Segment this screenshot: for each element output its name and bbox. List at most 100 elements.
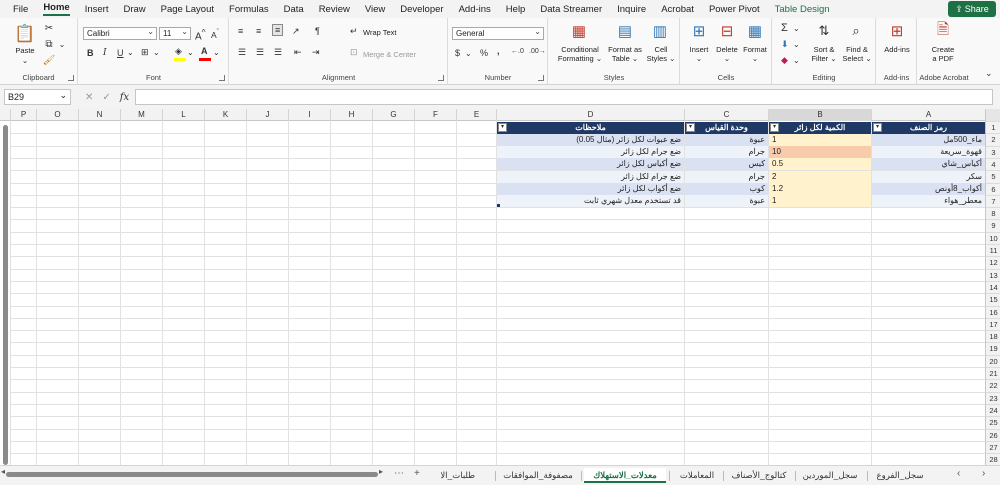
align-top-icon[interactable]: ≡ xyxy=(238,26,243,36)
font-launcher-icon[interactable] xyxy=(219,75,225,81)
table-cell[interactable]: ضع عبوات لكل زائر (مثال 0.05) xyxy=(497,133,684,146)
row-header-21[interactable]: 21 xyxy=(986,367,1000,379)
column-header-i[interactable]: I xyxy=(288,109,330,121)
column-header-c[interactable]: C xyxy=(684,109,768,121)
row-header-25[interactable]: 25 xyxy=(986,416,1000,428)
table-cell[interactable]: معطر_هواء xyxy=(872,195,985,208)
table-cell[interactable]: جرام xyxy=(685,146,768,159)
fill-color-icon[interactable]: ◈ xyxy=(175,46,182,57)
table-cell[interactable]: ضع أكياس لكل زائر xyxy=(497,158,684,171)
table-cell[interactable]: كيس xyxy=(685,158,768,171)
alignment-launcher-icon[interactable] xyxy=(438,75,444,81)
menu-tab-view[interactable]: View xyxy=(365,4,385,15)
decrease-indent-icon[interactable]: ⇤ xyxy=(294,47,302,58)
column-header-g[interactable]: G xyxy=(372,109,414,121)
increase-decimal-icon[interactable]: ←.0 xyxy=(511,48,524,55)
align-left-icon[interactable]: ☰ xyxy=(238,47,246,58)
table-cell[interactable]: ضع أكواب لكل زائر xyxy=(497,183,684,195)
menu-tab-review[interactable]: Review xyxy=(319,4,350,15)
number-format-select[interactable]: General xyxy=(452,26,544,40)
collapse-ribbon-icon[interactable]: ⌄ xyxy=(985,68,993,79)
cells-area[interactable]: رمز الصنف ▾ الكمية لكل زائر ▾ وحدة القياس ▾ مل… xyxy=(0,121,985,465)
filter-dropdown-icon[interactable]: ▾ xyxy=(873,123,882,132)
format-cells-button[interactable]: Format ⌄ xyxy=(740,45,770,63)
align-bottom-icon[interactable]: ≡ xyxy=(272,24,284,36)
row-header-24[interactable]: 24 xyxy=(986,403,1000,416)
column-header-j[interactable]: J xyxy=(246,109,288,121)
menu-tab-power-pivot[interactable]: Power Pivot xyxy=(709,4,760,15)
row-header-12[interactable]: 12 xyxy=(986,256,1000,268)
column-header-h[interactable]: H xyxy=(330,109,372,121)
column-header-d[interactable]: D xyxy=(496,109,684,121)
menu-tab-page-layout[interactable]: Page Layout xyxy=(161,4,214,15)
underline-dropdown-icon[interactable]: ⌄ xyxy=(127,48,134,57)
format-cells-icon[interactable]: ▦ xyxy=(745,21,765,41)
column-header-o[interactable]: O xyxy=(36,109,78,121)
sheet-tab[interactable]: معدلات_الاستهلاك xyxy=(584,468,666,483)
scroll-right-icon[interactable]: ▸ xyxy=(379,467,383,476)
menu-tab-formulas[interactable]: Formulas xyxy=(229,4,269,15)
format-as-table-button[interactable]: Format as Table ⌄ xyxy=(606,45,644,63)
font-size-select[interactable]: 11 xyxy=(159,26,191,40)
row-header-23[interactable]: 23 xyxy=(986,391,1000,404)
horizontal-scrollbar[interactable]: ◂ ▸ xyxy=(1,467,385,479)
sort-filter-button[interactable]: Sort & Filter ⌄ xyxy=(809,45,839,63)
row-header-14[interactable]: 14 xyxy=(986,280,1000,293)
row-header-1[interactable]: 1 xyxy=(986,121,1000,133)
paste-icon[interactable]: 📋 xyxy=(14,23,36,45)
copy-icon[interactable]: ⧉ xyxy=(43,38,55,50)
menu-tab-inquire[interactable]: Inquire xyxy=(617,4,646,15)
select-all-corner[interactable] xyxy=(985,109,1000,121)
table-resize-handle[interactable] xyxy=(497,204,500,208)
table-cell[interactable]: عبوة xyxy=(685,195,768,208)
menu-tab-table-design[interactable]: Table Design xyxy=(775,4,830,15)
merge-center-icon[interactable]: ⊡ xyxy=(350,47,358,58)
vertical-scrollbar[interactable] xyxy=(3,121,9,465)
sheet-tab[interactable]: المعاملات xyxy=(672,468,722,483)
row-header-9[interactable]: 9 xyxy=(986,219,1000,231)
borders-dropdown-icon[interactable]: ⌄ xyxy=(153,48,160,57)
more-sheets-icon[interactable]: ⋯ xyxy=(394,468,404,479)
table-header-c[interactable]: وحدة القياس xyxy=(685,121,768,134)
fill-icon[interactable]: ⬇ xyxy=(781,39,789,50)
row-header-6[interactable]: 6 xyxy=(986,182,1000,195)
menu-tab-help[interactable]: Help xyxy=(506,4,526,15)
cancel-icon[interactable]: ✕ xyxy=(85,92,93,103)
row-header-5[interactable]: 5 xyxy=(986,170,1000,182)
sheet-tab[interactable]: سجل_الموردين xyxy=(798,468,862,483)
find-select-button[interactable]: Find & Select ⌄ xyxy=(841,45,873,63)
column-header-b[interactable]: B xyxy=(768,109,871,121)
font-color-icon[interactable]: A xyxy=(201,46,208,56)
autosum-icon[interactable]: Σ xyxy=(781,22,788,34)
comma-button[interactable]: , xyxy=(497,46,500,56)
autosum-dropdown-icon[interactable]: ⌄ xyxy=(793,24,800,33)
row-header-19[interactable]: 19 xyxy=(986,342,1000,354)
paste-dropdown-icon[interactable]: ⌄ xyxy=(21,56,29,65)
table-cell[interactable]: كوب xyxy=(685,183,768,195)
table-cell[interactable]: جرام xyxy=(685,170,768,183)
menu-tab-insert[interactable]: Insert xyxy=(85,4,109,15)
merge-center-button[interactable]: Merge & Center xyxy=(363,50,416,59)
font-color-dropdown-icon[interactable]: ⌄ xyxy=(213,48,220,57)
table-cell[interactable]: 1 xyxy=(769,195,871,208)
worksheet-grid[interactable]: PONMLKJIHGFEDCBA رمز الصنف ▾ الكمية لكل زا… xyxy=(0,109,1000,465)
row-header-3[interactable]: 3 xyxy=(986,145,1000,158)
decrease-decimal-icon[interactable]: .00→ xyxy=(529,48,546,55)
horizontal-scroll-thumb[interactable] xyxy=(6,472,378,477)
align-center-icon[interactable]: ☰ xyxy=(256,47,264,58)
table-header-a[interactable]: رمز الصنف xyxy=(872,121,985,134)
paste-button[interactable]: Paste xyxy=(10,46,40,55)
table-cell[interactable]: قد تستخدم معدل شهري ثابت xyxy=(497,195,684,208)
row-header-8[interactable]: 8 xyxy=(986,207,1000,219)
table-cell[interactable]: 1 xyxy=(769,133,871,146)
filter-dropdown-icon[interactable]: ▾ xyxy=(686,123,695,132)
currency-dropdown-icon[interactable]: ⌄ xyxy=(465,49,472,58)
sheet-tab[interactable]: كتالوج_الأصناف xyxy=(726,468,792,483)
percent-button[interactable]: % xyxy=(480,48,488,58)
row-header-16[interactable]: 16 xyxy=(986,305,1000,318)
delete-cells-icon[interactable]: ⊟ xyxy=(717,21,737,41)
clear-icon[interactable]: ◆ xyxy=(781,55,788,66)
conditional-formatting-icon[interactable]: ▦ xyxy=(569,21,589,41)
row-header-2[interactable]: 2 xyxy=(986,133,1000,145)
format-painter-icon[interactable]: 🖌 xyxy=(43,54,56,66)
